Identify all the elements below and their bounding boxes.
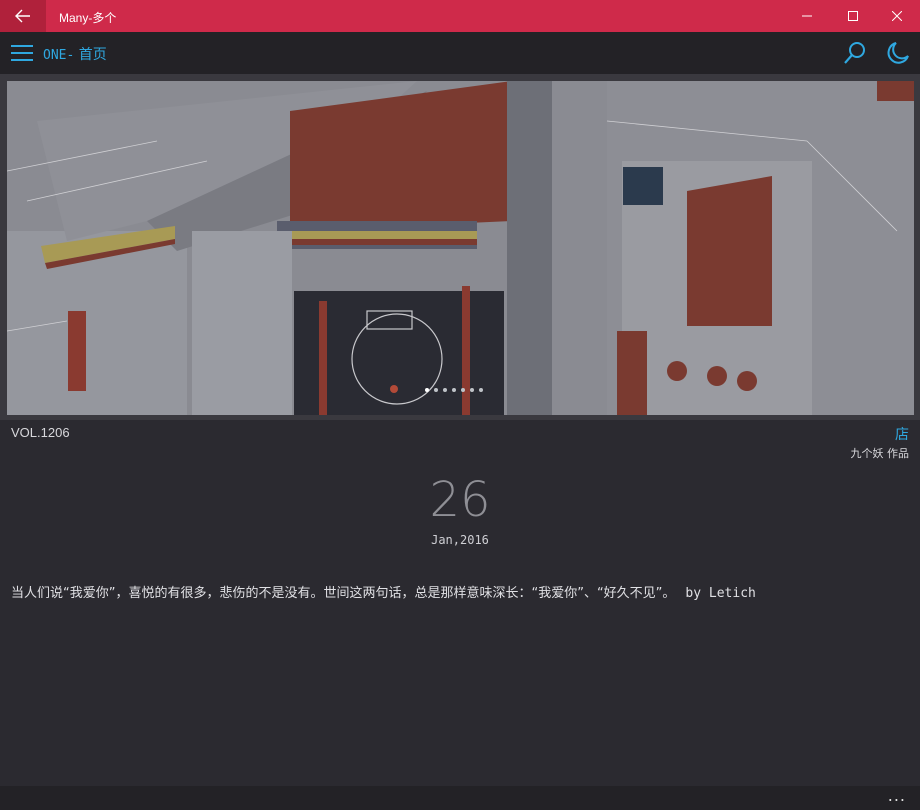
carousel-dot[interactable] [461,388,465,392]
hamburger-icon-line [11,59,33,61]
more-options-button[interactable]: ... [888,786,906,805]
night-mode-icon[interactable] [885,40,911,66]
page-title: 首页 [78,47,107,63]
quote-text: 当人们说“我爱你”，喜悦的有很多，悲伤的不是没有。世间这两句话，总是那样意味深长… [11,586,676,601]
app-bar: ONE- 首页 [0,32,920,74]
carousel-dot[interactable] [479,388,483,392]
window-titlebar: Many-多个 [0,0,920,32]
carousel-dot[interactable] [452,388,456,392]
carousel-indicator [425,388,483,392]
shop-link[interactable]: 店 [895,424,909,444]
date-day: 26 [429,472,491,528]
hero-carousel[interactable] [7,81,914,415]
back-button[interactable] [0,0,46,32]
minimize-button[interactable] [784,0,830,32]
close-icon [892,11,902,21]
window-title: Many-多个 [59,11,117,25]
hamburger-icon-line [11,52,33,54]
close-button[interactable] [874,0,920,32]
app-title: ONE- 首页 [43,44,107,64]
back-arrow-icon [15,9,30,23]
brand-label: ONE- [43,48,75,63]
carousel-dot[interactable] [443,388,447,392]
daily-quote: 当人们说“我爱你”，喜悦的有很多，悲伤的不是没有。世间这两句话，总是那样意味深长… [11,582,756,601]
hamburger-icon [11,45,33,47]
carousel-dot[interactable] [470,388,474,392]
minimize-icon [802,15,812,17]
menu-button[interactable] [11,45,33,61]
maximize-button[interactable] [830,0,876,32]
carousel-dot[interactable] [434,388,438,392]
carousel-dot[interactable] [425,388,429,392]
author-credit: 九个妖 作品 [850,447,910,460]
search-icon[interactable] [842,40,868,66]
date-month-year: Jan,2016 [431,533,489,547]
hero-illustration [7,81,914,415]
bottom-app-bar: ... [0,786,920,810]
quote-author: by Letich [685,586,756,601]
maximize-icon [848,11,858,21]
volume-label: VOL.1206 [11,425,70,440]
